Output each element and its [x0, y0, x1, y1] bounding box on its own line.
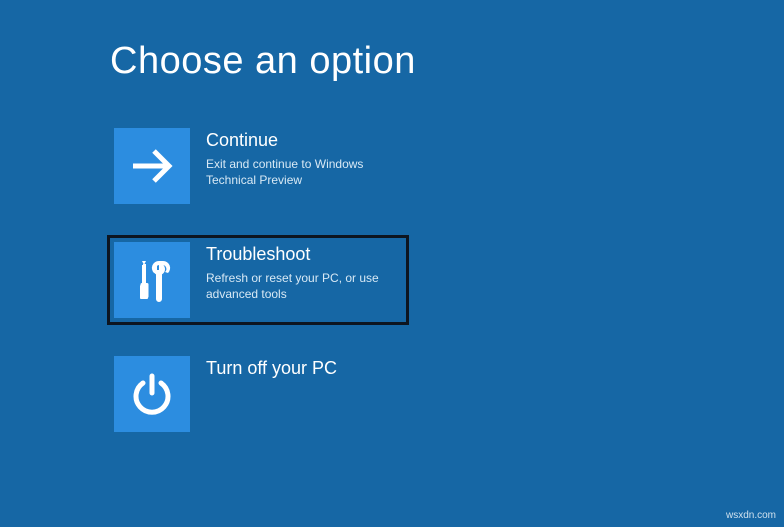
- option-troubleshoot-text: Troubleshoot Refresh or reset your PC, o…: [206, 242, 402, 303]
- watermark: wsxdn.com: [726, 510, 776, 521]
- troubleshoot-icon-box: [114, 242, 190, 318]
- power-icon: [127, 369, 177, 419]
- option-continue-text: Continue Exit and continue to Windows Te…: [206, 128, 402, 189]
- option-turnoff-text: Turn off your PC: [206, 356, 337, 380]
- option-troubleshoot-desc: Refresh or reset your PC, or use advance…: [206, 270, 402, 304]
- arrow-right-icon: [127, 141, 177, 191]
- option-turnoff[interactable]: Turn off your PC: [110, 352, 406, 436]
- option-troubleshoot[interactable]: Troubleshoot Refresh or reset your PC, o…: [110, 238, 406, 322]
- turnoff-icon-box: [114, 356, 190, 432]
- option-continue-desc: Exit and continue to Windows Technical P…: [206, 156, 402, 190]
- options-list: Continue Exit and continue to Windows Te…: [110, 124, 406, 436]
- option-turnoff-title: Turn off your PC: [206, 358, 337, 380]
- option-troubleshoot-title: Troubleshoot: [206, 244, 402, 266]
- option-continue[interactable]: Continue Exit and continue to Windows Te…: [110, 124, 406, 208]
- page-title: Choose an option: [110, 40, 416, 83]
- continue-icon-box: [114, 128, 190, 204]
- option-continue-title: Continue: [206, 130, 402, 152]
- tools-icon: [127, 255, 177, 305]
